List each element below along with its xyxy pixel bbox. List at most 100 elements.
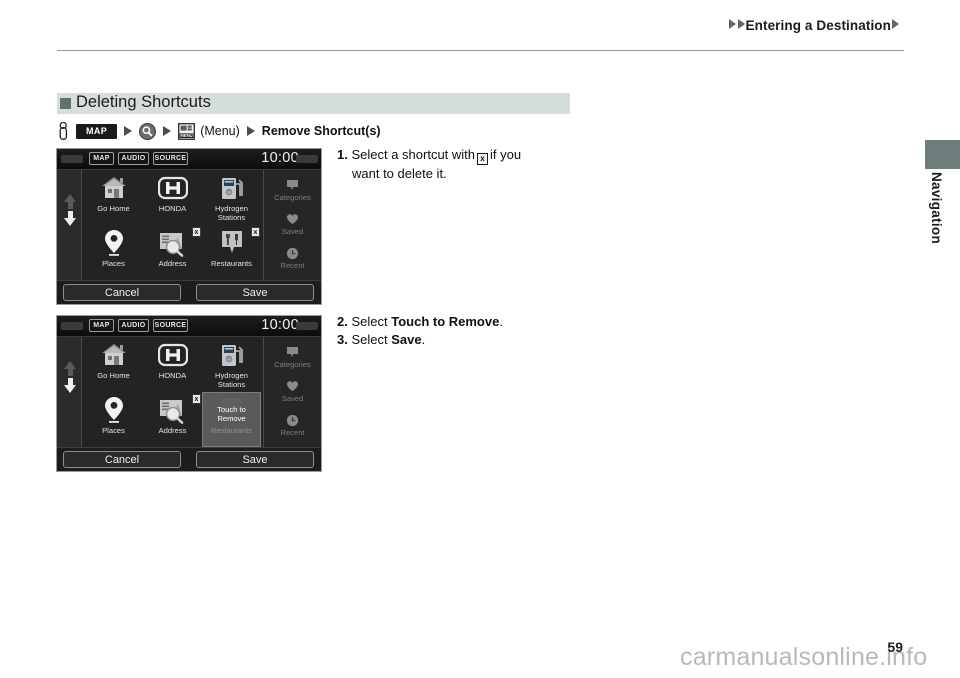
instruction-step-1: 1. Select a shortcut with x if you (337, 146, 577, 165)
square-bullet-icon (60, 98, 71, 109)
step-text: Select (351, 331, 388, 347)
nav-source-button[interactable]: SOURCE (153, 152, 188, 165)
instruction-step-2: 2. Select Touch to Remove. (337, 313, 577, 331)
side-item-label: Recent (280, 428, 305, 437)
nav-footer: Cancel Save (57, 280, 321, 304)
shortcut-label: HONDA (158, 371, 187, 380)
scroll-up-arrow-icon[interactable] (64, 194, 76, 209)
step-period: . (421, 331, 426, 347)
heart-icon (264, 212, 321, 226)
nav-map-button[interactable]: MAP (89, 152, 114, 165)
step-text: Select (351, 314, 388, 329)
path-arrow-icon (124, 126, 133, 136)
shortcut-label: Go Home (97, 204, 130, 213)
nav-body: Go Home HONDA H Hydrogen Stations Places… (57, 337, 321, 447)
save-button[interactable]: Save (196, 284, 314, 301)
shortcut-label: Places (102, 426, 125, 435)
scroll-down-arrow-icon[interactable] (64, 378, 76, 393)
clock-icon (264, 246, 321, 260)
shortcut-go-home[interactable]: Go Home (84, 170, 143, 225)
side-item-saved[interactable]: Saved (264, 379, 321, 403)
house-icon (84, 173, 143, 203)
side-item-categories[interactable]: Categories (264, 178, 321, 202)
shortcut-address[interactable]: x Address (143, 392, 202, 447)
scroll-down-arrow-icon[interactable] (64, 211, 76, 226)
overlay-line-2: Remove (217, 414, 246, 423)
side-item-recent[interactable]: Recent (264, 413, 321, 437)
nav-map-button[interactable]: MAP (89, 319, 114, 332)
overlay-line-1: Touch to (217, 404, 246, 414)
shortcut-label: Hydrogen Stations (215, 371, 248, 389)
speech-bubble-icon (264, 178, 321, 192)
shortcut-grid: Go Home HONDA H Hydrogen Stations Places… (84, 170, 261, 280)
nav-audio-button[interactable]: AUDIO (118, 152, 149, 165)
topbar-left-corner (61, 155, 83, 163)
shortcut-hydrogen-stations[interactable]: H Hydrogen Stations (202, 337, 261, 392)
step-number: 2. (337, 314, 348, 329)
save-button[interactable]: Save (196, 451, 314, 468)
section-heading-bar: Deleting Shortcuts (57, 93, 570, 114)
page-header: Entering a Destination (0, 0, 960, 52)
touch-to-remove-overlay[interactable]: Touch to Remove Restaurants (202, 392, 261, 447)
svg-text:H: H (227, 190, 230, 195)
map-pin-icon (84, 395, 143, 425)
side-item-categories[interactable]: Categories (264, 345, 321, 369)
command-path: MAP MENU (Menu) Remove Shortcut(s) (57, 121, 381, 141)
triangle-marker-icon (737, 19, 745, 29)
shortcut-hydrogen-stations[interactable]: H Hydrogen Stations (202, 170, 261, 225)
instruction-step-3: 3. Select Save. (337, 331, 577, 349)
nav-screenshot-step2: MAP AUDIO SOURCE 10:00 Go Home HONDA H H… (56, 315, 322, 472)
shortcut-go-home[interactable]: Go Home (84, 337, 143, 392)
shortcut-honda[interactable]: HONDA (143, 337, 202, 392)
shortcut-grid: Go Home HONDA H Hydrogen Stations Places… (84, 337, 261, 447)
cancel-button[interactable]: Cancel (63, 284, 181, 301)
shortcut-places[interactable]: Places (84, 225, 143, 280)
path-arrow-icon (246, 126, 255, 136)
breadcrumb-label: Entering a Destination (745, 18, 891, 33)
step-bold-term: Save (391, 331, 422, 347)
clock-icon (264, 413, 321, 427)
triangle-marker-icon (892, 19, 899, 29)
hand-pointer-icon (59, 122, 68, 140)
shortcut-places[interactable]: Places (84, 392, 143, 447)
path-final-label: Remove Shortcut(s) (261, 124, 381, 138)
step-number: 1. (337, 147, 348, 162)
honda-h-icon (143, 173, 202, 203)
side-item-label: Recent (280, 261, 305, 270)
instruction-block-1: 1. Select a shortcut with x if you want to… (337, 146, 577, 183)
side-item-label: Categories (274, 193, 311, 202)
shortcut-label: Hydrogen Stations (215, 204, 248, 222)
nav-body: Go Home HONDA H Hydrogen Stations Places… (57, 170, 321, 280)
shortcut-label: Go Home (97, 371, 130, 380)
speech-bubble-icon (264, 345, 321, 359)
cancel-button[interactable]: Cancel (63, 451, 181, 468)
path-arrow-icon (163, 126, 172, 136)
nav-topbar: MAP AUDIO SOURCE 10:00 (57, 316, 321, 337)
shortcut-address[interactable]: x Address (143, 225, 202, 280)
shortcut-honda[interactable]: HONDA (143, 170, 202, 225)
scroll-up-arrow-icon[interactable] (64, 361, 76, 376)
chapter-tab-label: Navigation (929, 172, 944, 245)
nav-source-button[interactable]: SOURCE (153, 319, 188, 332)
nav-clock: 10:00 (261, 150, 299, 166)
nav-side-column: Categories Saved Recent (263, 337, 321, 447)
nav-screenshot-step1: MAP AUDIO SOURCE 10:00 Go Home HONDA H H… (56, 148, 322, 305)
magnifier-icon (139, 122, 157, 140)
shortcut-label: Address (158, 259, 187, 268)
side-item-saved[interactable]: Saved (264, 212, 321, 236)
nav-side-column: Categories Saved Recent (263, 170, 321, 280)
remove-badge-icon[interactable]: x (192, 227, 201, 237)
shortcut-label: Address (158, 426, 187, 435)
triangle-marker-icon (728, 19, 736, 29)
shortcut-restaurants[interactable]: x Restaurants (202, 225, 261, 280)
svg-text:MENU: MENU (181, 133, 193, 138)
house-icon (84, 340, 143, 370)
honda-h-icon (143, 340, 202, 370)
remove-badge-icon[interactable]: x (251, 227, 260, 237)
shortcut-label: HONDA (158, 204, 187, 213)
remove-badge-icon[interactable]: x (192, 394, 201, 404)
side-item-recent[interactable]: Recent (264, 246, 321, 270)
topbar-right-corner (296, 322, 318, 330)
scroll-arrow-column (57, 337, 82, 447)
nav-audio-button[interactable]: AUDIO (118, 319, 149, 332)
